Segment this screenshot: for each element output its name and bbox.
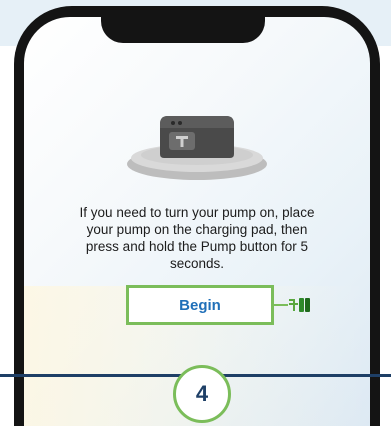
begin-button[interactable]: Begin: [126, 285, 274, 325]
tutorial-step-panel: If you need to turn your pump on, place …: [0, 0, 391, 426]
tap-indicator-icon: [289, 298, 310, 312]
step-number-badge: 4: [173, 365, 231, 423]
callout-connector: [274, 304, 288, 306]
pump-on-charging-pad-icon: [127, 116, 267, 180]
instruction-text: If you need to turn your pump on, place …: [79, 205, 315, 271]
